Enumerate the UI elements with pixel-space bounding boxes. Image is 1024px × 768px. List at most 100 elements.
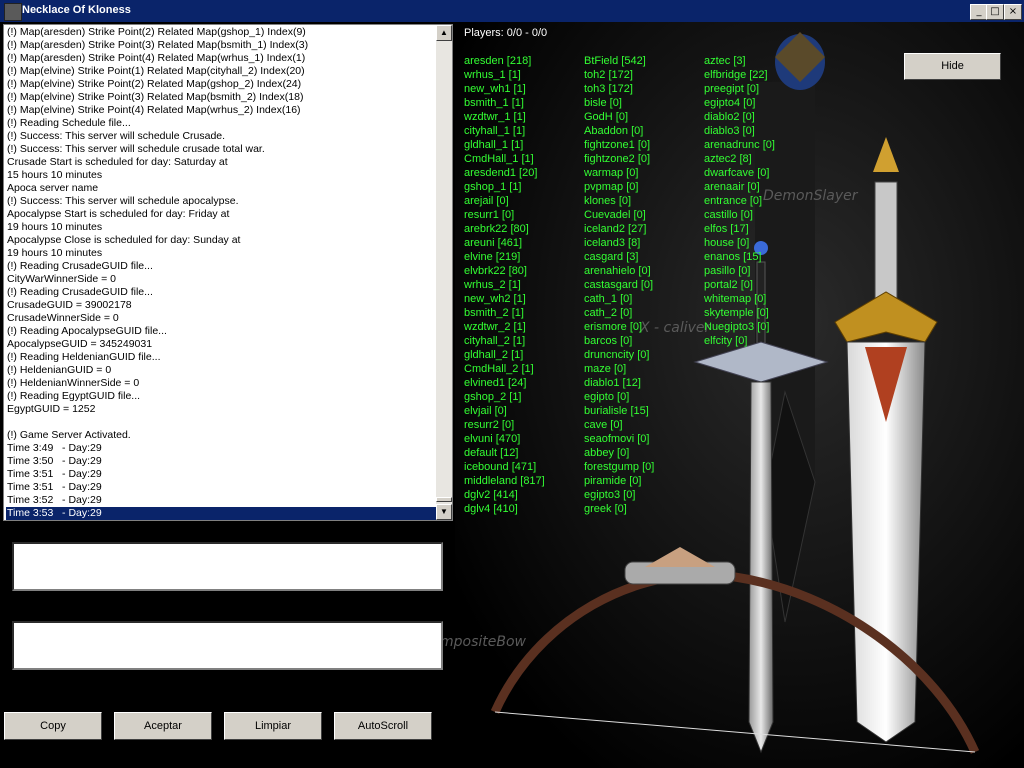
map-entry: Abaddon [0] [584,125,644,137]
log-line[interactable]: EgyptGUID = 1252 [6,403,436,416]
map-entry: toh3 [172] [584,83,633,95]
log-line[interactable]: (!) HeldenianGUID = 0 [6,364,436,377]
hide-button[interactable]: Hide [904,53,1001,80]
log-line[interactable]: Time 3:50 - Day:29 [6,455,436,468]
map-entry: elfos [17] [704,223,749,235]
map-entry: resurr2 [0] [464,419,515,431]
log-line[interactable]: 15 hours 10 minutes [6,169,436,182]
map-entry: elvine [219] [464,251,521,263]
log-scrollbar[interactable]: ▲ ▼ [436,25,452,520]
log-line[interactable]: (!) Reading HeldenianGUID file... [6,351,436,364]
map-entry: dwarfcave [0] [704,167,770,179]
log-line[interactable]: Time 3:51 - Day:29 [6,468,436,481]
map-entry: castillo [0] [704,209,753,221]
log-line[interactable]: (!) Success: This server will schedule C… [6,130,436,143]
log-line[interactable]: (!) Success: This server will schedule c… [6,143,436,156]
map-entry: GodH [0] [584,111,629,123]
map-entry: aztec2 [8] [704,153,752,165]
log-line[interactable]: CityWarWinnerSide = 0 [6,273,436,286]
map-list-column-3: aztec [3] elfbridge [22] preegipt [0] egipt… [704,54,775,348]
map-entry: elvjail [0] [464,405,507,417]
log-line[interactable]: (!) Reading CrusadeGUID file... [6,286,436,299]
map-entry: new_wh1 [1] [464,83,526,95]
map-entry: elfcity [0] [704,335,748,347]
map-entry: aresdend1 [20] [464,167,538,179]
map-entry: BtField [542] [584,55,646,67]
map-entry: wrhus_1 [1] [464,69,521,81]
map-entry: gshop_2 [1] [464,391,522,403]
map-entry: elvined1 [24] [464,377,527,389]
map-entry: bsmith_1 [1] [464,97,524,109]
map-entry: fightzone1 [0] [584,139,651,151]
map-entry: cath_1 [0] [584,293,633,305]
map-entry: cityhall_1 [1] [464,125,526,137]
close-button[interactable]: × [1004,4,1022,20]
scroll-down-button[interactable]: ▼ [436,504,452,520]
log-line[interactable]: 19 hours 10 minutes [6,221,436,234]
log-line[interactable]: (!) HeldenianWinnerSide = 0 [6,377,436,390]
log-line[interactable]: Time 3:49 - Day:29 [6,442,436,455]
log-line[interactable]: (!) Map(elvine) Strike Point(1) Related … [6,65,436,78]
map-entry: druncncity [0] [584,349,650,361]
map-entry: dglv2 [414] [464,489,518,501]
log-line[interactable]: Time 3:52 - Day:29 [6,494,436,507]
log-line[interactable]: 19 hours 10 minutes [6,247,436,260]
map-entry: pasillo [0] [704,265,751,277]
log-line[interactable]: Time 3:53 - Day:29 [6,507,436,520]
map-entry: entrance [0] [704,195,763,207]
scroll-up-button[interactable]: ▲ [436,25,452,41]
copy-button[interactable]: Copy [4,712,102,740]
log-line[interactable]: (!) Reading Schedule file... [6,117,436,130]
log-line[interactable] [6,416,436,429]
log-line[interactable]: (!) Map(aresden) Strike Point(3) Related… [6,39,436,52]
log-line[interactable]: (!) Map(elvine) Strike Point(4) Related … [6,104,436,117]
log-line[interactable]: Crusade Start is scheduled for day: Satu… [6,156,436,169]
log-line[interactable]: Apoca server name [6,182,436,195]
map-entry: aztec [3] [704,55,746,67]
map-entry: Nuegipto3 [0] [704,321,770,333]
log-line[interactable]: Apocalypse Close is scheduled for day: S… [6,234,436,247]
map-entry: house [0] [704,237,750,249]
log-line[interactable]: (!) Success: This server will schedule a… [6,195,436,208]
map-entry: skytemple [0] [704,307,769,319]
log-line[interactable]: CrusadeWinnerSide = 0 [6,312,436,325]
autoscroll-button[interactable]: AutoScroll [334,712,432,740]
log-line[interactable]: (!) Map(aresden) Strike Point(4) Related… [6,52,436,65]
log-line[interactable]: Time 3:51 - Day:29 [6,481,436,494]
log-line[interactable]: (!) Reading EgyptGUID file... [6,390,436,403]
map-entry: forestgump [0] [584,461,655,473]
map-entry: resurr1 [0] [464,209,515,221]
map-entry: bisle [0] [584,97,622,109]
map-list-column-2: BtField [542] toh2 [172] toh3 [172] bisle [… [584,54,654,516]
map-entry: CmdHall_2 [1] [464,363,534,375]
map-entry: gldhall_2 [1] [464,349,524,361]
log-line[interactable]: (!) Map(elvine) Strike Point(2) Related … [6,78,436,91]
clear-button[interactable]: Limpiar [224,712,322,740]
scroll-thumb[interactable] [436,497,452,502]
accept-button[interactable]: Aceptar [114,712,212,740]
map-entry: pvpmap [0] [584,181,639,193]
map-entry: arejail [0] [464,195,509,207]
log-line[interactable]: ApocalypseGUID = 345249031 [6,338,436,351]
map-entry: egipto [0] [584,391,630,403]
log-line[interactable]: (!) Map(aresden) Strike Point(2) Related… [6,26,436,39]
log-line[interactable]: (!) Reading ApocalypseGUID file... [6,325,436,338]
map-entry: elfbridge [22] [704,69,768,81]
log-lines-container: (!) Map(aresden) Strike Point(2) Related… [6,26,436,520]
log-line[interactable]: (!) Reading CrusadeGUID file... [6,260,436,273]
map-entry: fightzone2 [0] [584,153,651,165]
log-line[interactable]: CrusadeGUID = 39002178 [6,299,436,312]
map-entry: erismore [0] [584,321,643,333]
message-input[interactable] [12,542,443,591]
log-line[interactable]: Apocalypse Start is scheduled for day: F… [6,208,436,221]
log-line[interactable]: (!) Game Server Activated. [6,429,436,442]
players-count: Players: 0/0 - 0/0 [464,27,548,39]
map-entry: egipto4 [0] [704,97,756,109]
map-entry: diablo3 [0] [704,125,755,137]
server-log-list[interactable]: (!) Map(aresden) Strike Point(2) Related… [3,24,453,521]
command-input[interactable] [12,621,443,670]
log-line[interactable]: (!) Map(elvine) Strike Point(3) Related … [6,91,436,104]
map-entry: cityhall_2 [1] [464,335,526,347]
maximize-button[interactable]: □ [986,4,1004,20]
map-entry: wzdtwr_2 [1] [464,321,526,333]
